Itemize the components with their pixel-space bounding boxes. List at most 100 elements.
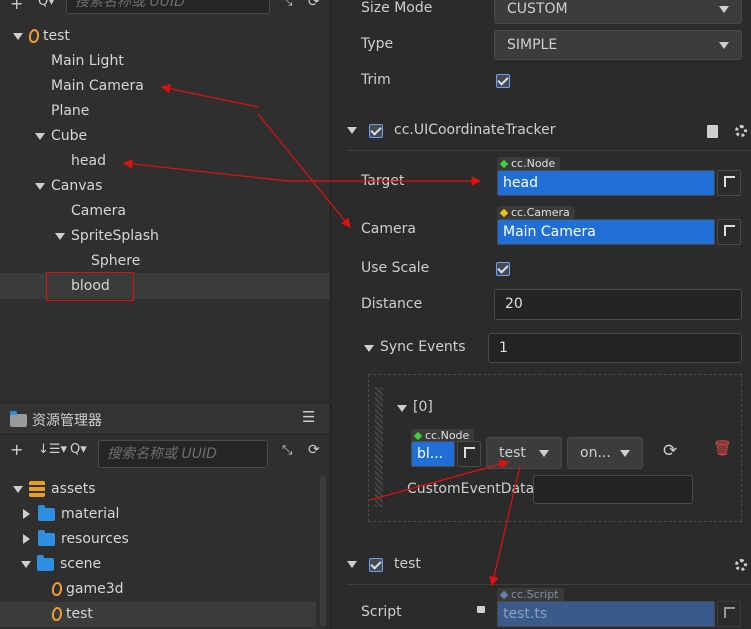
asset-item-game3d[interactable]: game3d	[51, 577, 124, 602]
type-value: SIMPLE	[507, 37, 558, 53]
collapse-icon[interactable]: ⤡	[282, 443, 292, 458]
search-filter-icon[interactable]: Q▾	[70, 442, 87, 457]
event-handler-select[interactable]: on...	[567, 437, 643, 469]
target-pick-button[interactable]	[717, 170, 741, 196]
scene-icon	[51, 581, 63, 597]
sort-icon[interactable]: ↓☰▾	[38, 442, 67, 457]
refresh-icon[interactable]: ⟳	[308, 0, 320, 10]
gear-icon[interactable]	[735, 125, 747, 137]
tracker-component-header[interactable]: cc.UICoordinateTracker	[347, 113, 751, 149]
tree-node-test[interactable]: test	[13, 24, 70, 49]
tree-node-label: head	[71, 153, 106, 169]
script-tag-text: cc.Script	[511, 588, 559, 601]
gear-icon[interactable]	[735, 559, 747, 571]
camera-field[interactable]: Main Camera	[497, 219, 715, 245]
folder-icon	[38, 504, 55, 521]
event-node-pick-button[interactable]	[457, 441, 481, 467]
collapse-arrow-icon[interactable]	[347, 561, 357, 568]
refresh-icon[interactable]: ⟳	[663, 441, 677, 461]
camera-label: Camera	[361, 221, 416, 237]
sync-events-arrow-icon[interactable]	[364, 345, 374, 352]
asset-item-scene[interactable]: scene	[21, 552, 101, 577]
script-enabled-checkbox[interactable]	[369, 558, 383, 572]
script-component-header[interactable]: test	[347, 546, 751, 582]
tree-node-main-camera[interactable]: Main Camera	[51, 74, 144, 99]
tree-node-camera[interactable]: Camera	[71, 199, 126, 224]
target-type-tag: cc.Node	[497, 157, 561, 170]
tree-node-plane[interactable]: Plane	[51, 99, 89, 124]
database-icon	[29, 481, 45, 497]
chevron-down-icon	[620, 450, 630, 457]
target-field[interactable]: head	[497, 170, 715, 196]
custom-event-data-label: CustomEventData	[407, 481, 535, 497]
asset-label: game3d	[66, 581, 124, 597]
collapse-arrow-icon[interactable]	[347, 127, 357, 134]
event-collapse-arrow-icon[interactable]	[397, 405, 407, 412]
size-mode-select[interactable]: CUSTOM	[494, 0, 742, 24]
size-mode-label: Size Mode	[361, 0, 433, 16]
event-component-select[interactable]: test	[486, 437, 562, 469]
help-book-icon[interactable]	[707, 125, 718, 138]
assets-scrollbar[interactable]	[320, 476, 326, 626]
tree-node-sphere[interactable]: Sphere	[91, 249, 140, 274]
target-label: Target	[361, 173, 405, 189]
tree-node-canvas[interactable]: Canvas	[35, 174, 102, 199]
add-icon[interactable]: +	[10, 440, 23, 459]
use-scale-checkbox[interactable]	[496, 262, 510, 276]
selected-asset-highlight	[0, 602, 316, 627]
distance-input[interactable]: 20	[494, 289, 742, 320]
script-type-tag: cc.Script	[497, 588, 564, 601]
camera-pick-button[interactable]	[717, 219, 741, 245]
tree-node-label: Main Light	[51, 53, 124, 69]
trim-checkbox[interactable]	[496, 74, 510, 88]
assets-search-input[interactable]: 搜索名称或 UUID	[98, 440, 268, 468]
node-type-icon	[499, 159, 509, 169]
tree-node-spritesplash[interactable]: SpriteSplash	[55, 224, 159, 249]
use-scale-label: Use Scale	[361, 260, 430, 276]
tree-node-label: test	[43, 28, 70, 44]
hierarchy-search-input[interactable]: 搜索名称或 UUID	[66, 0, 270, 14]
type-select[interactable]: SIMPLE	[494, 30, 742, 60]
tree-node-label: Main Camera	[51, 78, 144, 94]
asset-label: scene	[60, 556, 102, 572]
tree-node-main-light[interactable]: Main Light	[51, 49, 124, 74]
camera-type-tag: cc.Camera	[497, 206, 575, 219]
inspector-panel: Size Mode CUSTOM Type SIMPLE Trim cc.UIC…	[333, 0, 751, 629]
delete-icon[interactable]: 🗑	[713, 439, 732, 457]
sync-events-count-input[interactable]: 1	[488, 333, 742, 363]
event-item-box: [0] cc.Node bl... test on... ⟳ 🗑 CustomE…	[368, 374, 742, 522]
tree-node-label: Canvas	[51, 178, 103, 194]
event-node-field[interactable]: bl...	[411, 441, 455, 467]
hierarchy-panel: + Q▾ 搜索名称或 UUID ⤡ ⟳ test Main Light Main…	[0, 0, 331, 400]
refresh-icon[interactable]: ⟳	[308, 442, 320, 458]
custom-event-data-input[interactable]	[533, 475, 693, 504]
chevron-down-icon	[539, 450, 549, 457]
tree-node-label: Sphere	[91, 253, 141, 269]
collapse-icon[interactable]: ⤡	[282, 0, 292, 9]
lock-icon	[477, 606, 485, 613]
asset-item-material[interactable]: material	[23, 502, 119, 527]
asset-item-assets[interactable]: assets	[13, 477, 96, 502]
tree-node-cube[interactable]: Cube	[35, 124, 87, 149]
tree-node-label: Camera	[71, 203, 126, 219]
add-icon[interactable]: +	[10, 0, 23, 13]
scene-icon	[28, 28, 40, 44]
assets-panel: 资源管理器 ☰ + ↓☰▾ Q▾ 搜索名称或 UUID ⤡ ⟳ assets m…	[0, 404, 331, 629]
script-pick-button	[717, 601, 741, 627]
folder-icon	[38, 529, 55, 546]
tree-node-label: SpriteSplash	[71, 228, 159, 244]
script-field: test.ts	[497, 601, 715, 627]
event-handler-value: on...	[580, 445, 611, 461]
folder-icon	[10, 411, 27, 427]
menu-icon[interactable]: ☰	[302, 408, 315, 426]
tree-node-head[interactable]: head	[71, 149, 106, 174]
asset-item-test[interactable]: test	[51, 602, 93, 627]
drag-handle[interactable]	[375, 387, 383, 507]
tracker-enabled-checkbox[interactable]	[369, 124, 383, 138]
asset-item-resources[interactable]: resources	[23, 527, 129, 552]
tree-node-label: Plane	[51, 103, 90, 119]
asset-label: assets	[51, 481, 96, 497]
search-filter-icon[interactable]: Q▾	[38, 0, 55, 9]
chevron-down-icon	[719, 6, 729, 13]
trim-label: Trim	[361, 72, 391, 88]
